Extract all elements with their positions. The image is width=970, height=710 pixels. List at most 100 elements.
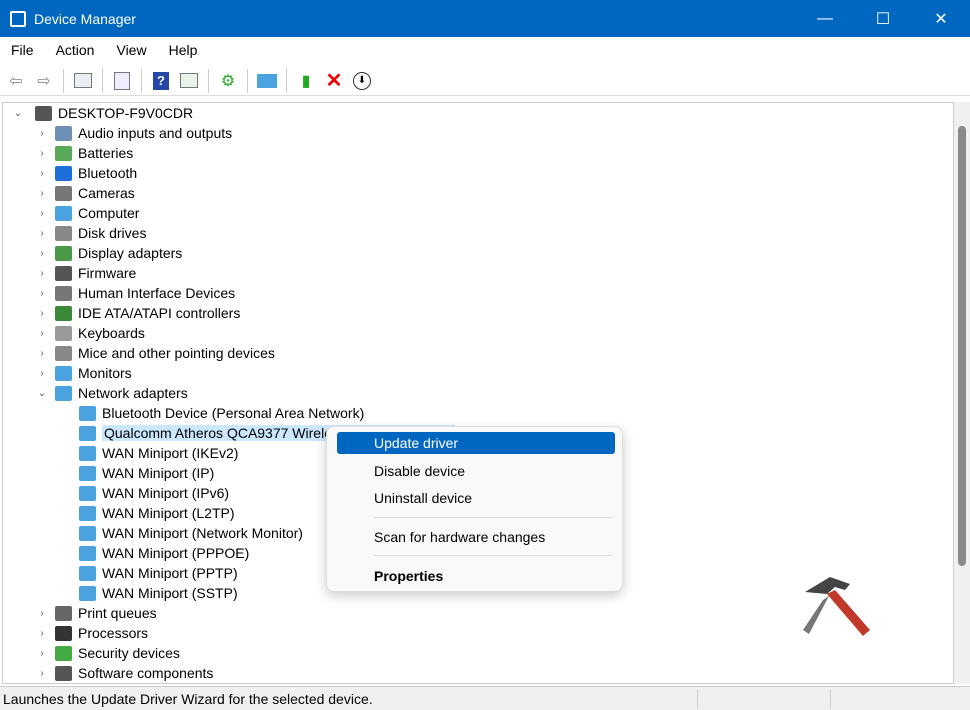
category-icon — [55, 305, 72, 321]
expand-chevron-icon[interactable]: › — [37, 248, 47, 259]
tree-category[interactable]: › Cameras — [40, 183, 135, 203]
category-icon — [55, 325, 72, 341]
tree-item-label: Display adapters — [78, 245, 183, 261]
tree-category[interactable]: › Keyboards — [40, 323, 145, 343]
network-adapter-item[interactable]: WAN Miniport (SSTP) — [65, 583, 238, 603]
scrollbar-thumb[interactable] — [958, 126, 966, 566]
tree-category[interactable]: › Display adapters — [40, 243, 183, 263]
tree-category[interactable]: › Computer — [40, 203, 139, 223]
show-hide-tree-icon[interactable] — [71, 69, 95, 93]
tree-category-network-adapters[interactable]: ⌄ Network adapters — [38, 383, 188, 403]
network-adapter-icon — [79, 525, 96, 541]
category-icon — [55, 225, 72, 241]
tree-category[interactable]: › Mice and other pointing devices — [40, 343, 275, 363]
tree-item-label: WAN Miniport (Network Monitor) — [102, 525, 303, 541]
menu-view[interactable]: View — [105, 42, 157, 58]
back-icon[interactable]: ⇦ — [4, 69, 28, 93]
tree-category[interactable]: › Audio inputs and outputs — [40, 123, 232, 143]
expand-chevron-icon[interactable]: › — [37, 668, 47, 679]
category-icon — [55, 605, 72, 621]
help-icon[interactable]: ? — [149, 69, 173, 93]
expand-chevron-icon[interactable]: › — [37, 228, 47, 239]
network-adapter-item[interactable]: Bluetooth Device (Personal Area Network) — [65, 403, 364, 423]
menu-disable-device[interactable]: Disable device — [337, 460, 615, 482]
expand-chevron-icon[interactable]: › — [37, 368, 47, 379]
network-adapter-item[interactable]: WAN Miniport (IPv6) — [65, 483, 229, 503]
network-adapter-icon — [79, 485, 96, 501]
scan-hardware-icon[interactable] — [255, 69, 279, 93]
network-adapter-item[interactable]: WAN Miniport (L2TP) — [65, 503, 235, 523]
maximize-button[interactable]: ☐ — [860, 0, 906, 37]
tree-item-label: Cameras — [78, 185, 135, 201]
expand-chevron-icon[interactable]: › — [37, 288, 47, 299]
expand-chevron-icon[interactable]: › — [37, 608, 47, 619]
tree-category[interactable]: › Firmware — [40, 263, 136, 283]
network-adapter-item[interactable]: WAN Miniport (IKEv2) — [65, 443, 238, 463]
tree-category[interactable]: › Software components — [40, 663, 214, 683]
category-icon — [55, 185, 72, 201]
menu-properties[interactable]: Properties — [337, 565, 615, 587]
menu-scan-hardware[interactable]: Scan for hardware changes — [337, 526, 615, 548]
download-icon[interactable]: ⬇ — [350, 69, 374, 93]
expand-chevron-icon[interactable]: › — [37, 148, 47, 159]
tree-category[interactable]: › Security devices — [40, 643, 180, 663]
expand-chevron-icon[interactable]: › — [37, 308, 47, 319]
menu-file[interactable]: File — [0, 42, 45, 58]
update-driver-icon[interactable]: ⚙ — [216, 69, 240, 93]
network-adapter-item[interactable]: WAN Miniport (PPTP) — [65, 563, 238, 583]
expand-chevron-icon[interactable]: › — [37, 348, 47, 359]
tree-item-label: Bluetooth — [78, 165, 138, 181]
tree-item-label: Security devices — [78, 645, 180, 661]
category-icon — [55, 265, 72, 281]
close-button[interactable]: ✕ — [918, 0, 964, 37]
tree-category[interactable]: › Human Interface Devices — [40, 283, 236, 303]
vertical-scrollbar[interactable] — [954, 102, 970, 684]
category-icon — [55, 165, 72, 181]
status-text: Launches the Update Driver Wizard for th… — [3, 690, 373, 707]
tree-item-label: WAN Miniport (L2TP) — [102, 505, 235, 521]
minimize-button[interactable]: — — [802, 0, 848, 37]
uninstall-icon[interactable]: ✕ — [322, 69, 346, 93]
expand-chevron-icon[interactable]: › — [37, 168, 47, 179]
tree-item-label: DESKTOP-F9V0CDR — [58, 105, 194, 121]
action-pane-icon[interactable] — [177, 69, 201, 93]
tree-item-label: Keyboards — [78, 325, 145, 341]
expand-chevron-icon[interactable]: › — [37, 128, 47, 139]
tree-category[interactable]: › IDE ATA/ATAPI controllers — [40, 303, 240, 323]
expand-chevron-icon[interactable]: › — [37, 328, 47, 339]
collapse-chevron-icon[interactable]: ⌄ — [13, 108, 23, 119]
enable-device-icon[interactable]: ▮ — [294, 69, 318, 93]
tree-category[interactable]: › Batteries — [40, 143, 133, 163]
expand-chevron-icon[interactable]: › — [37, 208, 47, 219]
tree-category[interactable]: › Bluetooth — [40, 163, 138, 183]
tree-category[interactable]: › Print queues — [40, 603, 157, 623]
hammer-logo-icon — [803, 577, 870, 636]
tree-category[interactable]: › Disk drives — [40, 223, 147, 243]
collapse-chevron-icon[interactable]: ⌄ — [37, 388, 47, 399]
properties-icon[interactable] — [110, 69, 134, 93]
category-icon — [55, 645, 72, 661]
expand-chevron-icon[interactable]: › — [37, 648, 47, 659]
menu-help[interactable]: Help — [158, 42, 209, 58]
context-menu: Update driver Disable device Uninstall d… — [326, 426, 623, 592]
tree-item-label: Software components — [78, 665, 214, 681]
menu-update-driver[interactable]: Update driver — [337, 432, 615, 454]
tree-item-label: Human Interface Devices — [78, 285, 236, 301]
tree-category[interactable]: › Monitors — [40, 363, 131, 383]
network-adapter-item[interactable]: WAN Miniport (PPPOE) — [65, 543, 249, 563]
network-adapter-item[interactable]: WAN Miniport (IP) — [65, 463, 214, 483]
expand-chevron-icon[interactable]: › — [37, 188, 47, 199]
tree-item-label: Print queues — [78, 605, 157, 621]
menu-uninstall-device[interactable]: Uninstall device — [337, 487, 615, 509]
expand-chevron-icon[interactable]: › — [37, 628, 47, 639]
tree-root[interactable]: ⌄ DESKTOP-F9V0CDR — [14, 103, 194, 123]
category-icon — [55, 125, 72, 141]
tree-category[interactable]: › Processors — [40, 623, 148, 643]
tree-item-label: Disk drives — [78, 225, 147, 241]
tree-item-label: WAN Miniport (IKEv2) — [102, 445, 239, 461]
network-adapter-item[interactable]: WAN Miniport (Network Monitor) — [65, 523, 303, 543]
menu-action[interactable]: Action — [45, 42, 106, 58]
expand-chevron-icon[interactable]: › — [37, 268, 47, 279]
forward-icon[interactable]: ⇨ — [32, 69, 56, 93]
tree-item-label: WAN Miniport (PPPOE) — [102, 545, 250, 561]
